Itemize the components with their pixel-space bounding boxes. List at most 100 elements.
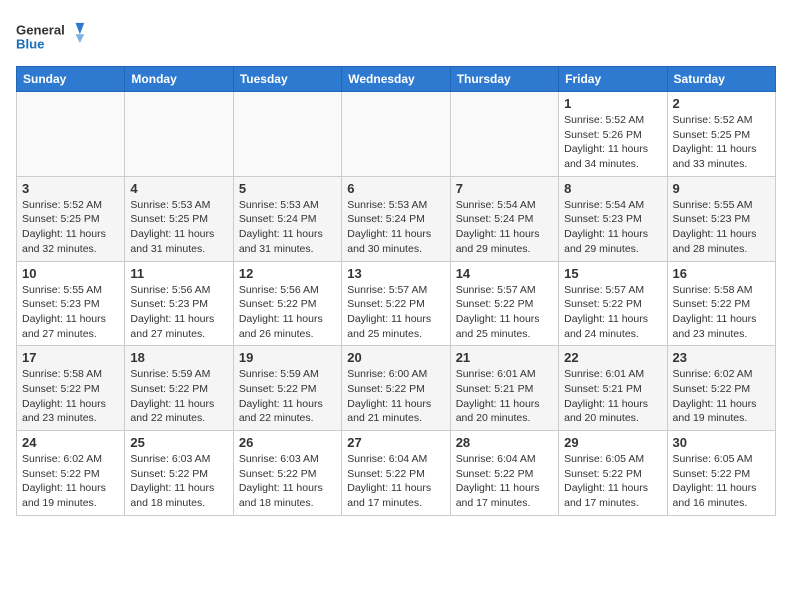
day-info: Sunrise: 6:02 AM Sunset: 5:22 PM Dayligh… <box>22 452 119 511</box>
calendar-cell: 14 Sunrise: 5:57 AM Sunset: 5:22 PM Dayli… <box>450 261 558 346</box>
day-info: Sunrise: 5:59 AM Sunset: 5:22 PM Dayligh… <box>130 367 227 426</box>
day-info: Sunrise: 5:54 AM Sunset: 5:24 PM Dayligh… <box>456 198 553 257</box>
calendar-cell: 25 Sunrise: 6:03 AM Sunset: 5:22 PM Dayli… <box>125 431 233 516</box>
day-info: Sunrise: 6:04 AM Sunset: 5:22 PM Dayligh… <box>456 452 553 511</box>
day-info: Sunrise: 5:52 AM Sunset: 5:25 PM Dayligh… <box>673 113 770 172</box>
logo-svg: General Blue <box>16 16 86 56</box>
day-number: 23 <box>673 350 770 365</box>
day-number: 4 <box>130 181 227 196</box>
day-info: Sunrise: 5:56 AM Sunset: 5:23 PM Dayligh… <box>130 283 227 342</box>
calendar-cell <box>233 92 341 177</box>
day-number: 17 <box>22 350 119 365</box>
calendar-table: SundayMondayTuesdayWednesdayThursdayFrid… <box>16 66 776 516</box>
calendar-cell: 5Sunrise: 5:53 AM Sunset: 5:24 PM Daylig… <box>233 176 341 261</box>
calendar-cell: 18 Sunrise: 5:59 AM Sunset: 5:22 PM Dayli… <box>125 346 233 431</box>
calendar-cell: 13 Sunrise: 5:57 AM Sunset: 5:22 PM Dayli… <box>342 261 450 346</box>
calendar-cell: 26Sunrise: 6:03 AM Sunset: 5:22 PM Dayli… <box>233 431 341 516</box>
calendar-cell: 3 Sunrise: 5:52 AM Sunset: 5:25 PM Daylig… <box>17 176 125 261</box>
day-info: Sunrise: 5:53 AM Sunset: 5:24 PM Dayligh… <box>239 198 336 257</box>
calendar-cell: 23 Sunrise: 6:02 AM Sunset: 5:22 PM Dayli… <box>667 346 775 431</box>
day-number: 14 <box>456 266 553 281</box>
day-info: Sunrise: 6:04 AM Sunset: 5:22 PM Dayligh… <box>347 452 444 511</box>
day-number: 10 <box>22 266 119 281</box>
calendar-cell: 10 Sunrise: 5:55 AM Sunset: 5:23 PM Dayli… <box>17 261 125 346</box>
calendar-cell: 20 Sunrise: 6:00 AM Sunset: 5:22 PM Dayli… <box>342 346 450 431</box>
day-info: Sunrise: 6:02 AM Sunset: 5:22 PM Dayligh… <box>673 367 770 426</box>
calendar-cell: 4 Sunrise: 5:53 AM Sunset: 5:25 PM Daylig… <box>125 176 233 261</box>
day-info: Sunrise: 6:03 AM Sunset: 5:22 PM Dayligh… <box>130 452 227 511</box>
day-info: Sunrise: 6:01 AM Sunset: 5:21 PM Dayligh… <box>456 367 553 426</box>
day-info: Sunrise: 6:01 AM Sunset: 5:21 PM Dayligh… <box>564 367 661 426</box>
calendar-cell: 6Sunrise: 5:53 AM Sunset: 5:24 PM Daylig… <box>342 176 450 261</box>
day-info: Sunrise: 5:52 AM Sunset: 5:25 PM Dayligh… <box>22 198 119 257</box>
calendar-cell: 17 Sunrise: 5:58 AM Sunset: 5:22 PM Dayli… <box>17 346 125 431</box>
calendar-cell: 16 Sunrise: 5:58 AM Sunset: 5:22 PM Dayli… <box>667 261 775 346</box>
day-number: 25 <box>130 435 227 450</box>
week-row-2: 3 Sunrise: 5:52 AM Sunset: 5:25 PM Daylig… <box>17 176 776 261</box>
calendar-cell: 11 Sunrise: 5:56 AM Sunset: 5:23 PM Dayli… <box>125 261 233 346</box>
logo: General Blue <box>16 16 86 56</box>
calendar-cell <box>125 92 233 177</box>
day-info: Sunrise: 5:57 AM Sunset: 5:22 PM Dayligh… <box>564 283 661 342</box>
day-info: Sunrise: 5:55 AM Sunset: 5:23 PM Dayligh… <box>673 198 770 257</box>
calendar-cell: 29 Sunrise: 6:05 AM Sunset: 5:22 PM Dayli… <box>559 431 667 516</box>
svg-text:Blue: Blue <box>16 36 44 51</box>
calendar-cell <box>450 92 558 177</box>
day-info: Sunrise: 5:52 AM Sunset: 5:26 PM Dayligh… <box>564 113 661 172</box>
calendar-cell: 28 Sunrise: 6:04 AM Sunset: 5:22 PM Dayli… <box>450 431 558 516</box>
week-row-4: 17 Sunrise: 5:58 AM Sunset: 5:22 PM Dayli… <box>17 346 776 431</box>
calendar-cell: 30 Sunrise: 6:05 AM Sunset: 5:22 PM Dayli… <box>667 431 775 516</box>
day-info: Sunrise: 5:55 AM Sunset: 5:23 PM Dayligh… <box>22 283 119 342</box>
weekday-header-wednesday: Wednesday <box>342 67 450 92</box>
day-info: Sunrise: 5:57 AM Sunset: 5:22 PM Dayligh… <box>347 283 444 342</box>
day-info: Sunrise: 6:05 AM Sunset: 5:22 PM Dayligh… <box>673 452 770 511</box>
weekday-header-row: SundayMondayTuesdayWednesdayThursdayFrid… <box>17 67 776 92</box>
calendar-cell: 12 Sunrise: 5:56 AM Sunset: 5:22 PM Dayli… <box>233 261 341 346</box>
day-number: 9 <box>673 181 770 196</box>
day-info: Sunrise: 5:57 AM Sunset: 5:22 PM Dayligh… <box>456 283 553 342</box>
day-info: Sunrise: 5:56 AM Sunset: 5:22 PM Dayligh… <box>239 283 336 342</box>
day-number: 6 <box>347 181 444 196</box>
week-row-5: 24 Sunrise: 6:02 AM Sunset: 5:22 PM Dayli… <box>17 431 776 516</box>
svg-text:General: General <box>16 22 65 37</box>
day-number: 30 <box>673 435 770 450</box>
day-info: Sunrise: 5:59 AM Sunset: 5:22 PM Dayligh… <box>239 367 336 426</box>
day-number: 8 <box>564 181 661 196</box>
weekday-header-tuesday: Tuesday <box>233 67 341 92</box>
day-number: 18 <box>130 350 227 365</box>
week-row-1: 1 Sunrise: 5:52 AM Sunset: 5:26 PM Daylig… <box>17 92 776 177</box>
day-number: 1 <box>564 96 661 111</box>
day-info: Sunrise: 6:05 AM Sunset: 5:22 PM Dayligh… <box>564 452 661 511</box>
day-info: Sunrise: 5:58 AM Sunset: 5:22 PM Dayligh… <box>673 283 770 342</box>
day-info: Sunrise: 5:53 AM Sunset: 5:25 PM Dayligh… <box>130 198 227 257</box>
day-number: 16 <box>673 266 770 281</box>
day-number: 20 <box>347 350 444 365</box>
day-number: 13 <box>347 266 444 281</box>
day-number: 7 <box>456 181 553 196</box>
day-number: 19 <box>239 350 336 365</box>
weekday-header-sunday: Sunday <box>17 67 125 92</box>
calendar-cell: 9 Sunrise: 5:55 AM Sunset: 5:23 PM Daylig… <box>667 176 775 261</box>
week-row-3: 10 Sunrise: 5:55 AM Sunset: 5:23 PM Dayli… <box>17 261 776 346</box>
calendar-cell: 19 Sunrise: 5:59 AM Sunset: 5:22 PM Dayli… <box>233 346 341 431</box>
calendar-cell: 8 Sunrise: 5:54 AM Sunset: 5:23 PM Daylig… <box>559 176 667 261</box>
day-number: 15 <box>564 266 661 281</box>
day-number: 12 <box>239 266 336 281</box>
day-number: 3 <box>22 181 119 196</box>
day-info: Sunrise: 6:00 AM Sunset: 5:22 PM Dayligh… <box>347 367 444 426</box>
day-number: 11 <box>130 266 227 281</box>
day-info: Sunrise: 5:58 AM Sunset: 5:22 PM Dayligh… <box>22 367 119 426</box>
day-number: 26 <box>239 435 336 450</box>
day-number: 27 <box>347 435 444 450</box>
day-info: Sunrise: 5:54 AM Sunset: 5:23 PM Dayligh… <box>564 198 661 257</box>
day-number: 22 <box>564 350 661 365</box>
weekday-header-monday: Monday <box>125 67 233 92</box>
calendar-cell: 27 Sunrise: 6:04 AM Sunset: 5:22 PM Dayli… <box>342 431 450 516</box>
day-number: 28 <box>456 435 553 450</box>
day-number: 21 <box>456 350 553 365</box>
calendar-cell: 1 Sunrise: 5:52 AM Sunset: 5:26 PM Daylig… <box>559 92 667 177</box>
page-header: General Blue <box>16 16 776 56</box>
day-number: 29 <box>564 435 661 450</box>
day-number: 24 <box>22 435 119 450</box>
weekday-header-friday: Friday <box>559 67 667 92</box>
